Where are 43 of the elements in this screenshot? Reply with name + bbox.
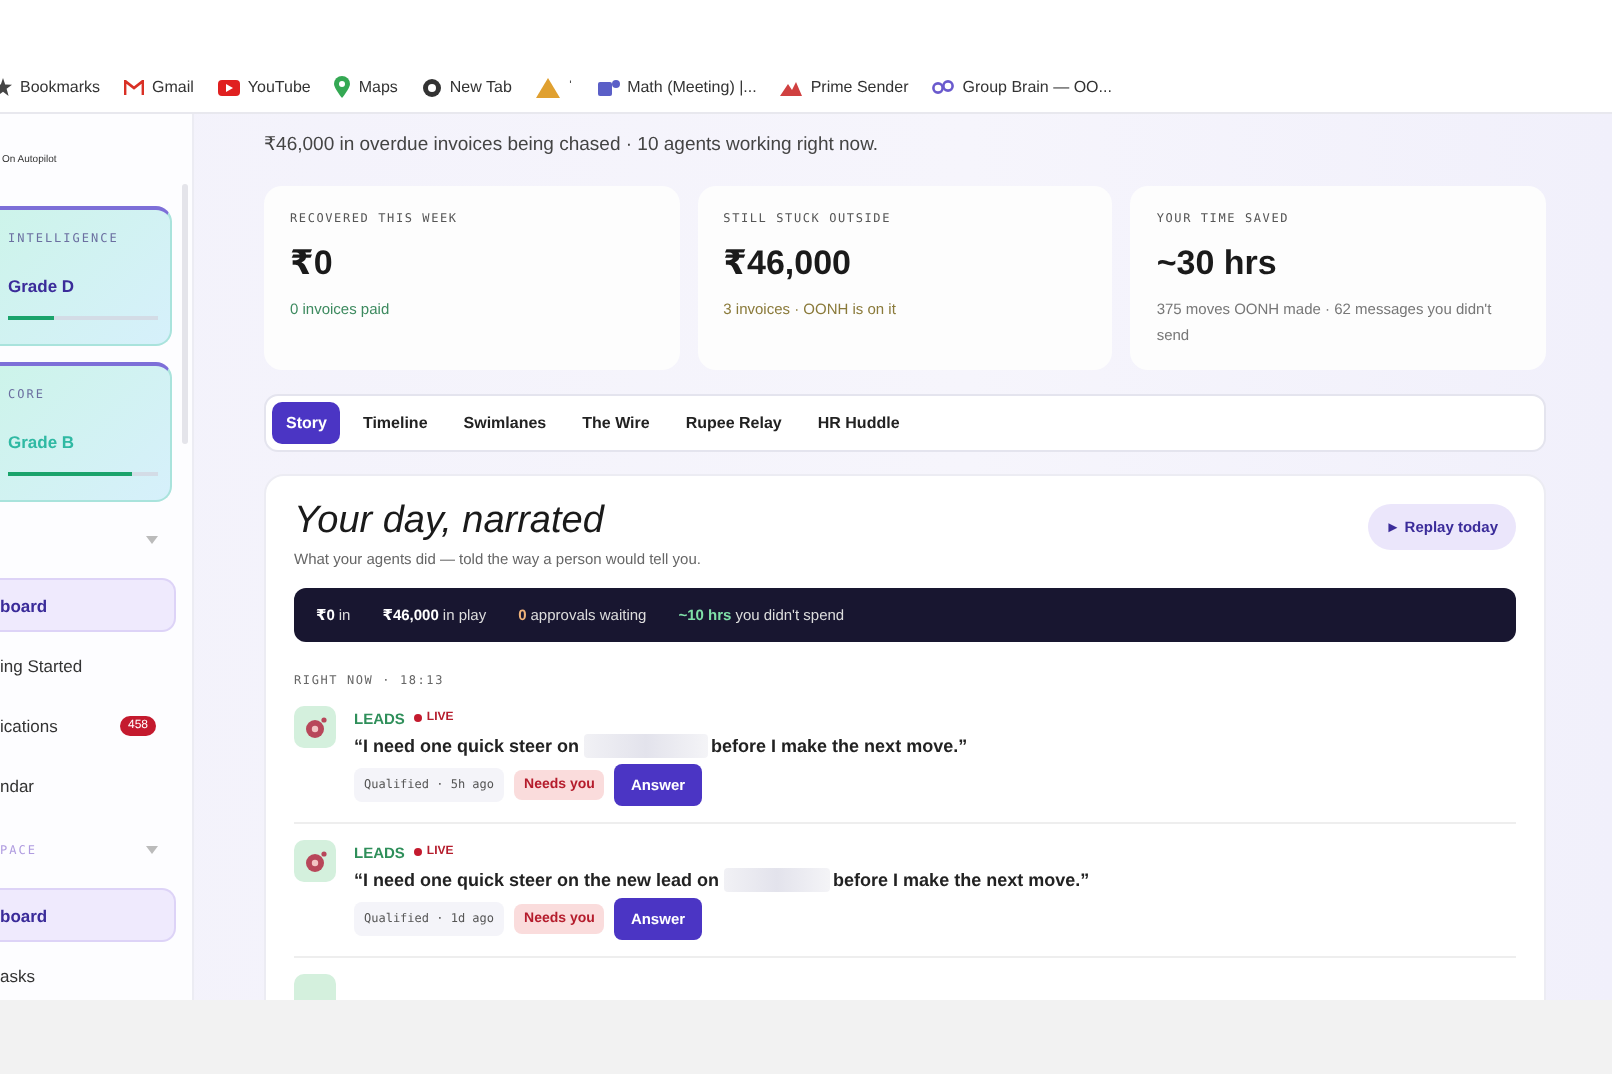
score-grade: Grade D	[8, 276, 77, 296]
bookmark-link[interactable]: Gmail	[124, 76, 194, 98]
tab[interactable]: The Wire	[568, 402, 664, 444]
banner-text: ₹46,000 in overdue invoices being chased · 10 agents working right now.	[264, 134, 881, 156]
tent-icon	[535, 77, 560, 97]
tab[interactable]: HR Huddle	[803, 402, 914, 444]
story-title: Your day, narrated	[294, 500, 607, 544]
tab[interactable]: Story	[272, 402, 341, 444]
nav-item[interactable]: board	[0, 888, 176, 942]
bookmark-link[interactable]: ˈ	[535, 76, 574, 98]
bookmark-link[interactable]: Group Brain — OO...	[932, 76, 1112, 98]
team-icon	[597, 77, 620, 97]
stat-value: ₹0	[290, 244, 335, 284]
quote-text: before I make the next move.”	[711, 735, 968, 755]
nav-item[interactable]: ndar	[0, 758, 176, 812]
bookmark-link[interactable]: YouTube	[217, 76, 311, 98]
redacted-block	[583, 733, 708, 757]
quote-text: before I make the next move.”	[833, 869, 1090, 889]
video-icon	[217, 79, 240, 95]
nav-item[interactable]: asks	[0, 948, 176, 1000]
bookmark-link[interactable]: Math (Meeting) |...	[597, 76, 757, 98]
mountain-icon	[780, 78, 803, 96]
chevron-icon[interactable]	[146, 846, 158, 854]
bookmark-link[interactable]: Maps	[334, 76, 398, 98]
tab[interactable]: Swimlanes	[449, 402, 561, 444]
link-icon	[932, 78, 955, 96]
mail-icon	[124, 79, 145, 95]
bookmark-link[interactable]: Prime Sender	[780, 76, 909, 98]
redacted-block	[723, 867, 830, 891]
nav-item[interactable]: ing Started	[0, 638, 176, 692]
stat-value: ₹46,000	[723, 244, 853, 284]
globe-icon	[421, 77, 442, 97]
tab[interactable]: Rupee Relay	[671, 402, 796, 444]
nav-item[interactable]: board	[0, 578, 176, 632]
quote-text: “I need one quick steer on the new lead on	[354, 869, 720, 889]
bookmark-link[interactable]: New Tab	[421, 76, 512, 98]
pin-icon	[334, 76, 351, 98]
tab[interactable]: Timeline	[348, 402, 442, 444]
chevron-icon[interactable]	[146, 536, 158, 544]
score-grade: Grade B	[8, 432, 77, 452]
quote-text: “I need one quick steer on	[354, 735, 580, 755]
stat-value: ~30 hrs	[1156, 244, 1279, 284]
bookmark-link[interactable]: Bookmarks	[0, 76, 101, 98]
